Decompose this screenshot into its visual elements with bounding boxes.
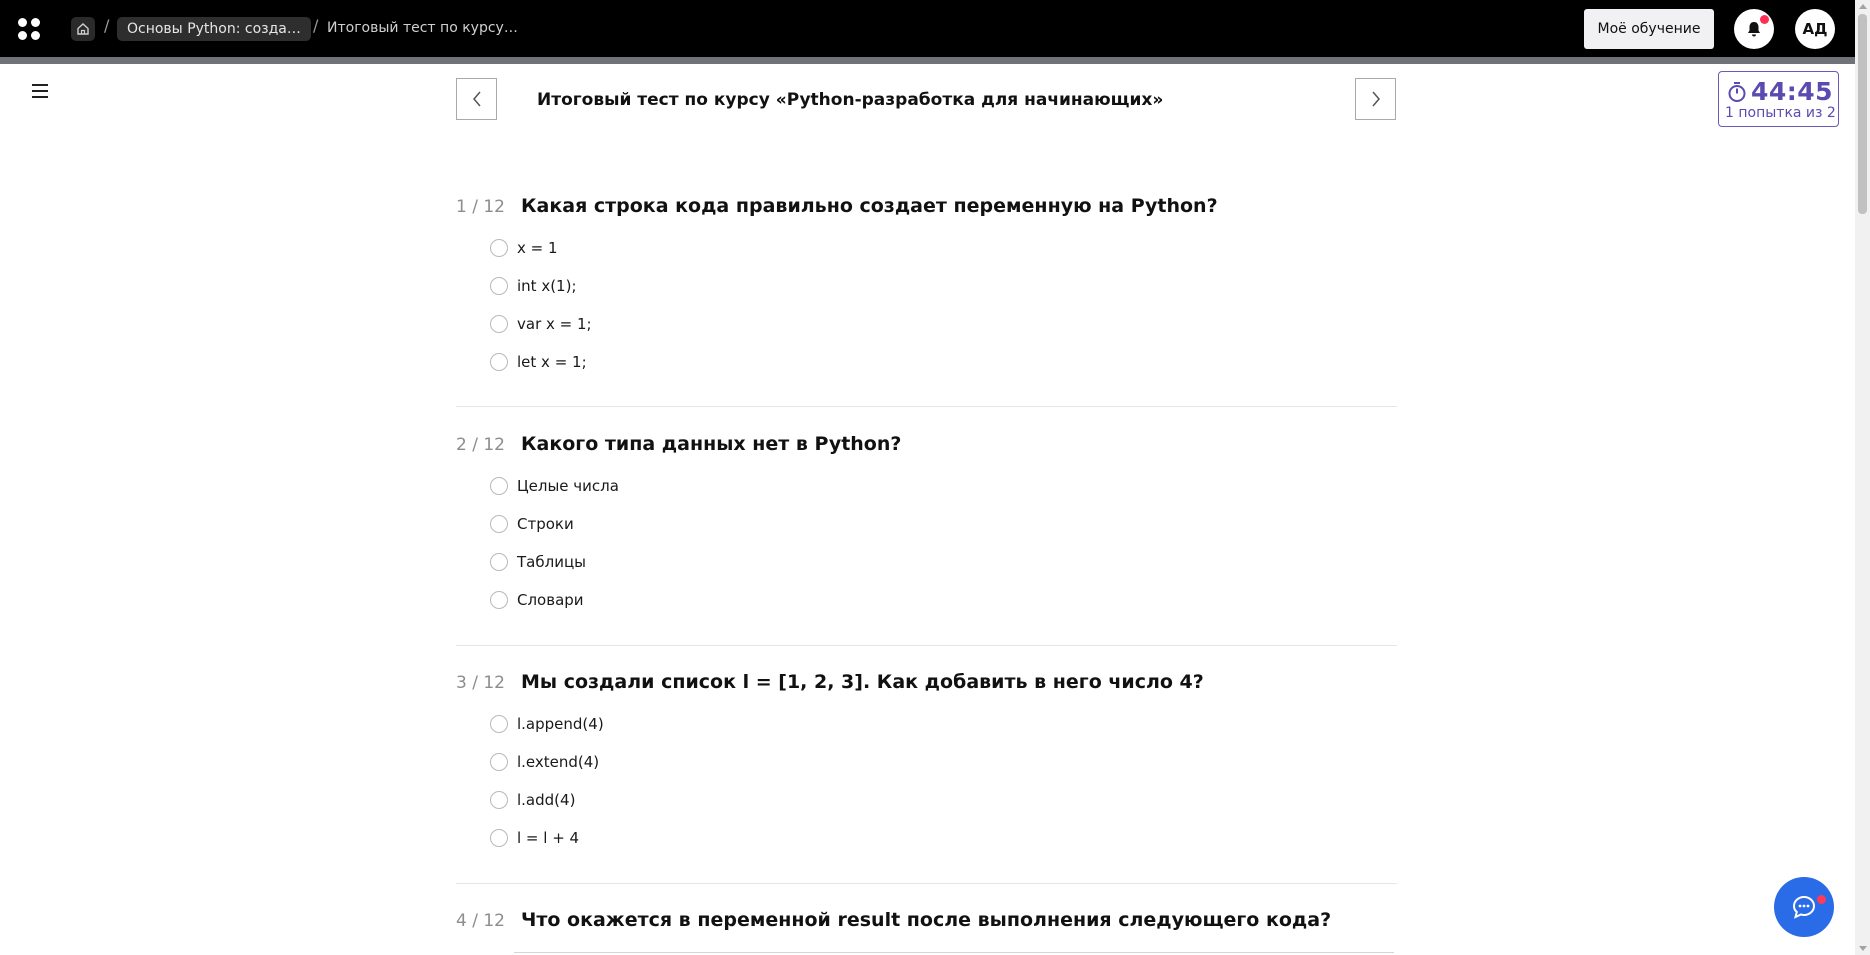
breadcrumb-current: Итоговый тест по курсу… [327, 20, 518, 36]
radio-button[interactable] [490, 791, 508, 809]
topbar-divider [0, 57, 1855, 64]
next-button[interactable] [1355, 78, 1396, 120]
page-title: Итоговый тест по курсу «Python-разработк… [537, 90, 1164, 110]
top-navigation-bar: / Основы Python: созда… / Итоговый тест … [0, 0, 1855, 57]
timer-time: 44:45 [1751, 77, 1834, 106]
answer-option-label: l.append(4) [517, 715, 604, 733]
answer-option[interactable]: l.extend(4) [490, 751, 599, 773]
radio-button[interactable] [490, 829, 508, 847]
home-icon [77, 23, 89, 35]
attempts-counter: 1 попытка из 2 [1725, 105, 1836, 121]
radio-button[interactable] [490, 753, 508, 771]
answer-option-label: let x = 1; [517, 353, 587, 371]
logo-icon[interactable] [18, 18, 40, 40]
my-learning-button[interactable]: Моё обучение [1584, 9, 1714, 49]
radio-button[interactable] [490, 353, 508, 371]
scroll-up-arrow-icon[interactable] [1859, 4, 1867, 9]
breadcrumb-course-link[interactable]: Основы Python: созда… [117, 17, 311, 41]
question-text: Мы создали список l = [1, 2, 3]. Как доб… [521, 671, 1204, 693]
answer-option[interactable]: Таблицы [490, 551, 586, 573]
answer-option-label: int x(1); [517, 277, 577, 295]
question-divider [456, 406, 1397, 407]
answer-option-label: Словари [517, 591, 584, 609]
radio-button[interactable] [490, 315, 508, 333]
question-text: Какого типа данных нет в Python? [521, 433, 902, 455]
answer-option[interactable]: Словари [490, 589, 584, 611]
radio-button[interactable] [490, 553, 508, 571]
question-text: Что окажется в переменной result после в… [521, 909, 1332, 931]
radio-button[interactable] [490, 477, 508, 495]
radio-button[interactable] [490, 515, 508, 533]
scrollbar-thumb[interactable] [1858, 14, 1867, 214]
question-number: 4 / 12 [456, 911, 505, 931]
answer-option-label: var x = 1; [517, 315, 592, 333]
radio-button[interactable] [490, 715, 508, 733]
answer-option[interactable]: l.add(4) [490, 789, 575, 811]
question-divider [456, 883, 1397, 884]
menu-icon[interactable] [32, 84, 48, 98]
breadcrumb-separator: / [104, 16, 110, 35]
chat-support-button[interactable] [1774, 877, 1834, 937]
question-divider [456, 645, 1397, 646]
page-scrollbar[interactable] [1855, 0, 1870, 955]
previous-button[interactable] [456, 78, 497, 120]
radio-button[interactable] [490, 239, 508, 257]
user-avatar[interactable]: АД [1795, 9, 1835, 49]
answer-option[interactable]: int x(1); [490, 275, 577, 297]
answer-option[interactable]: Строки [490, 513, 574, 535]
answer-option-label: Целые числа [517, 477, 619, 495]
answer-option[interactable]: x = 1 [490, 237, 558, 259]
chat-notification-badge [1817, 895, 1826, 904]
breadcrumb-separator: / [313, 16, 319, 35]
question-number: 2 / 12 [456, 435, 505, 455]
question-text: Какая строка кода правильно создает пере… [521, 195, 1218, 217]
test-timer: 44:45 1 попытка из 2 [1718, 71, 1839, 127]
answer-option-label: l.extend(4) [517, 753, 600, 771]
radio-button[interactable] [490, 277, 508, 295]
answer-option[interactable]: let x = 1; [490, 351, 587, 373]
answer-option[interactable]: l = l + 4 [490, 827, 579, 849]
answer-option-label: x = 1 [517, 239, 558, 257]
home-button[interactable] [71, 17, 95, 41]
radio-button[interactable] [490, 591, 508, 609]
notifications-button[interactable] [1734, 9, 1774, 49]
answer-option-label: l.add(4) [517, 791, 576, 809]
question-number: 1 / 12 [456, 197, 505, 217]
answer-option-label: l = l + 4 [517, 829, 580, 847]
notification-badge [1760, 15, 1769, 24]
chevron-left-icon [472, 91, 481, 107]
answer-option[interactable]: l.append(4) [490, 713, 604, 735]
stopwatch-icon [1728, 81, 1746, 102]
code-block-border [514, 952, 1394, 953]
answer-option-label: Таблицы [517, 553, 586, 571]
bell-icon [1748, 22, 1760, 37]
question-number: 3 / 12 [456, 673, 505, 693]
answer-option-label: Строки [517, 515, 574, 533]
answer-option[interactable]: var x = 1; [490, 313, 592, 335]
answer-option[interactable]: Целые числа [490, 475, 619, 497]
chevron-right-icon [1371, 91, 1380, 107]
chat-icon [1792, 895, 1816, 919]
scroll-down-arrow-icon[interactable] [1859, 946, 1867, 951]
